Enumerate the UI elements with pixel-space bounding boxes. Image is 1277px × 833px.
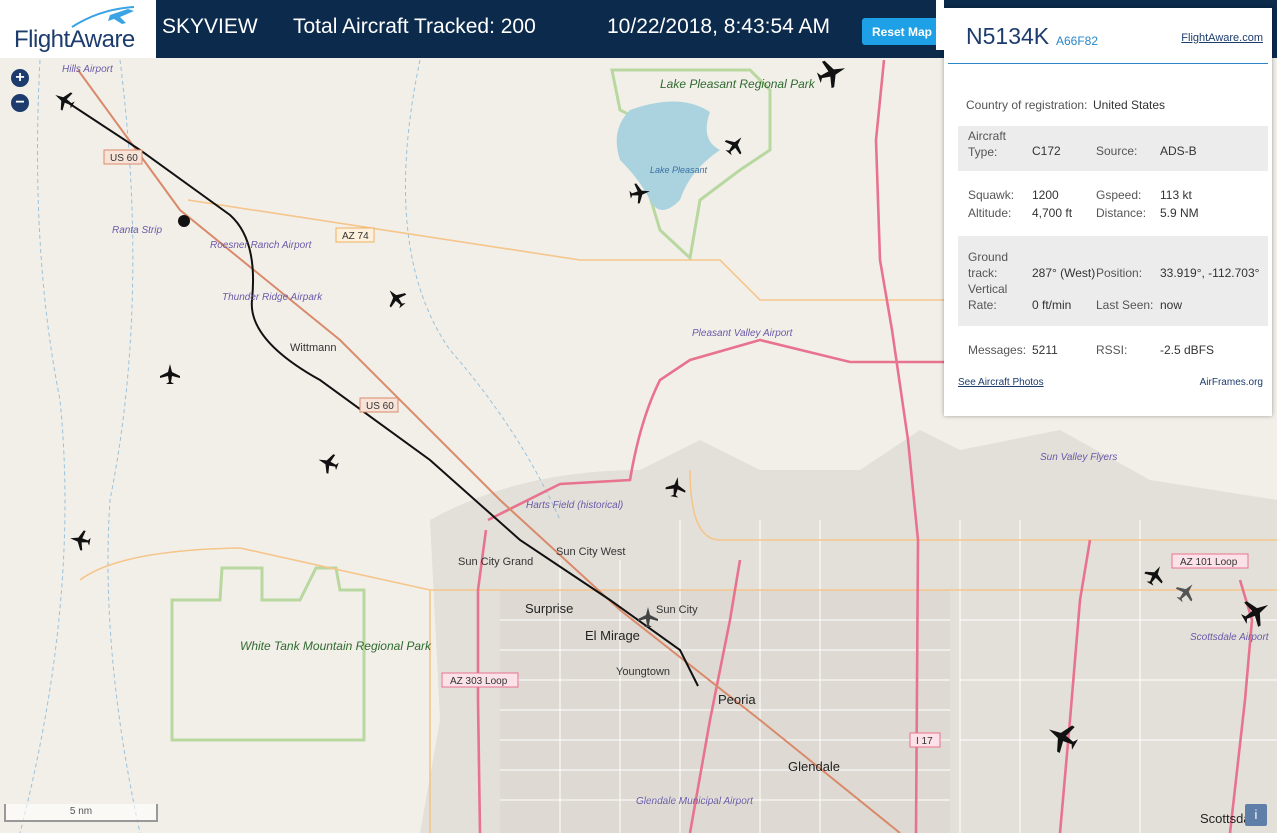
aircraft-hex-code: A66F82	[1056, 34, 1099, 48]
place-label: Youngtown	[616, 666, 670, 678]
aircraft-icon	[816, 60, 846, 89]
squawk-value: 1200	[1032, 188, 1059, 202]
current-datetime: 10/22/2018, 8:43:54 AM	[607, 15, 831, 38]
aircraft-icon	[70, 530, 91, 551]
gspeed-value: 113 kt	[1160, 188, 1192, 202]
aircraft-registration: N5134K	[966, 23, 1050, 49]
gspeed-label: Gspeed:	[1096, 188, 1142, 202]
position-label: Position:	[1096, 266, 1143, 280]
road-shield-label: AZ 74	[342, 231, 369, 242]
place-label: Pleasant Valley Airport	[692, 328, 794, 339]
place-label: Thunder Ridge Airpark	[222, 292, 323, 303]
white-tank-park-boundary	[170, 566, 366, 742]
place-label: Lake Pleasant Regional Park	[660, 77, 816, 91]
panel-connector	[936, 0, 944, 50]
aircraft-icon	[724, 137, 742, 156]
place-label: White Tank Mountain Regional Park	[240, 639, 432, 653]
place-label: Lake Pleasant	[650, 165, 708, 175]
zoom-in-button[interactable]: +	[11, 69, 29, 87]
track-origin-marker	[178, 215, 190, 227]
aircraft-type-value: C172	[1032, 144, 1061, 158]
panel-divider	[948, 63, 1268, 64]
place-label: Sun City West	[556, 546, 626, 558]
messages-value: 5211	[1032, 343, 1058, 357]
aircraft-detail-panel: N5134K A66F82 FlightAware.com Country of…	[936, 0, 1272, 416]
aircraft-icon	[55, 92, 75, 111]
attribution-info-button[interactable]: i	[1245, 804, 1267, 826]
ground-track-value: 287° (West)	[1032, 266, 1096, 280]
last-seen-value: now	[1160, 298, 1183, 312]
vertical-rate-value: 0 ft/min	[1032, 298, 1072, 312]
place-label: Hills Airport	[62, 64, 114, 75]
aircraft-icon	[160, 364, 180, 384]
rssi-value: -2.5 dBFS	[1160, 343, 1215, 357]
place-label: Scottsdale Airport	[1190, 632, 1270, 643]
airframes-link[interactable]: AirFrames.org	[1200, 377, 1263, 388]
place-label: Peoria	[718, 692, 756, 707]
messages-label: Messages:	[968, 343, 1027, 357]
place-label: Harts Field (historical)	[526, 500, 623, 511]
road-shield-label: AZ 101 Loop	[1180, 557, 1238, 568]
vertical-rate-label: Vertical Rate:	[968, 282, 1008, 312]
last-seen-label: Last Seen:	[1096, 298, 1154, 312]
flightaware-logo[interactable]: FlightAware	[0, 0, 156, 58]
flightaware-link[interactable]: FlightAware.com	[1181, 32, 1263, 44]
place-label: Glendale	[788, 759, 840, 774]
squawk-label: Squawk:	[968, 188, 1015, 202]
place-label: Roesner Ranch Airport	[210, 240, 313, 251]
aircraft-count: Total Aircraft Tracked: 200	[293, 15, 536, 38]
place-label: Surprise	[525, 601, 573, 616]
position-value: 33.919°, -112.703°	[1160, 266, 1260, 280]
place-label: Sun City	[656, 604, 698, 616]
aircraft-icon	[389, 290, 407, 309]
altitude-value: 4,700 ft	[1032, 206, 1073, 220]
zoom-out-button[interactable]: −	[11, 94, 29, 112]
app-title: SKYVIEW	[162, 15, 258, 38]
distance-value: 5.9 NM	[1160, 206, 1199, 220]
country-value: United States	[1093, 98, 1166, 112]
aircraft-type-label: Aircraft Type:	[968, 129, 1007, 159]
road-shield-label: I 17	[916, 736, 933, 747]
country-label: Country of registration:	[966, 98, 1088, 112]
reset-map-button[interactable]: Reset Map	[862, 18, 942, 45]
road-shield-label: US 60	[110, 153, 138, 164]
road-shield-label: US 60	[366, 401, 394, 412]
source-label: Source:	[1096, 144, 1138, 158]
ground-track-label: Ground track:	[968, 250, 1009, 280]
see-aircraft-photos-link[interactable]: See Aircraft Photos	[958, 377, 1044, 388]
place-label: Sun Valley Flyers	[1040, 452, 1117, 463]
road-shield-label: AZ 303 Loop	[450, 676, 508, 687]
place-label: El Mirage	[585, 628, 640, 643]
place-label: Glendale Municipal Airport	[636, 796, 754, 807]
altitude-label: Altitude:	[968, 206, 1012, 220]
place-label: Ranta Strip	[112, 225, 162, 236]
map-scale-bar: 5 nm	[4, 804, 158, 822]
source-value: ADS-B	[1160, 144, 1197, 158]
aircraft-icon	[318, 454, 339, 474]
place-label: Wittmann	[290, 342, 336, 354]
rssi-label: RSSI:	[1096, 343, 1128, 357]
distance-label: Distance:	[1096, 206, 1147, 220]
place-label: Sun City Grand	[458, 556, 533, 568]
logo-text: FlightAware	[14, 26, 135, 53]
